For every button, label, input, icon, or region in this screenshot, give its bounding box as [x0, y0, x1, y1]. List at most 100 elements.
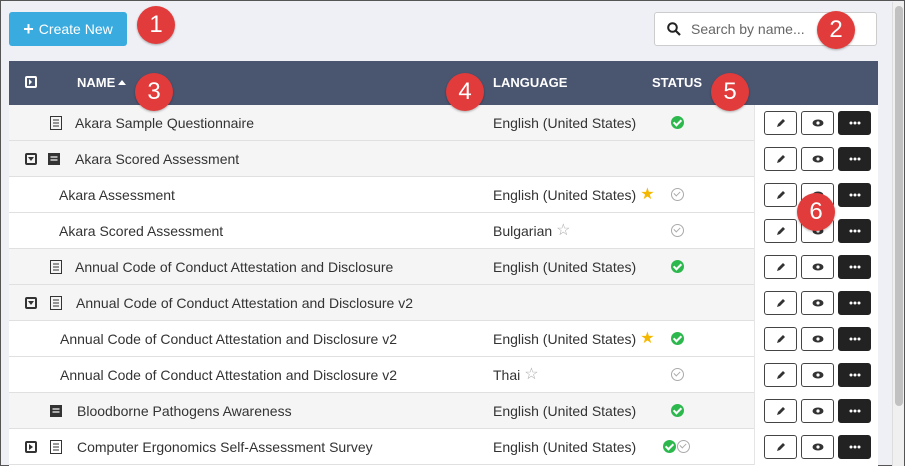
more-options-button[interactable]	[838, 255, 871, 279]
more-options-button[interactable]	[838, 219, 871, 243]
eye-icon	[812, 443, 823, 451]
row-status	[671, 332, 684, 345]
default-language-star-icon[interactable]: ★	[640, 331, 654, 347]
forms-table: NAME LANGUAGE STATUS Akara Sample Questi…	[9, 61, 878, 466]
app-frame: + Create New NAME LANGUAGE STATUS Akara …	[0, 0, 905, 466]
column-status-header[interactable]: STATUS	[652, 75, 702, 90]
scrollbar-thumb[interactable]	[895, 6, 903, 406]
unpublished-check-icon	[671, 368, 684, 381]
row-actions	[754, 393, 878, 429]
more-options-button[interactable]	[838, 435, 871, 459]
column-language-header[interactable]: LANGUAGE	[493, 75, 567, 90]
eye-icon	[812, 119, 823, 127]
edit-button[interactable]	[764, 111, 797, 135]
eye-icon	[812, 335, 823, 343]
row-actions	[754, 357, 878, 393]
edit-button[interactable]	[764, 399, 797, 423]
row-actions	[754, 285, 878, 321]
more-options-button[interactable]	[838, 111, 871, 135]
table-row[interactable]: Annual Code of Conduct Attestation and D…	[9, 321, 878, 357]
row-name: Computer Ergonomics Self-Assessment Surv…	[77, 439, 373, 455]
pencil-icon	[776, 407, 785, 415]
table-row[interactable]: Annual Code of Conduct Attestation and D…	[9, 249, 878, 285]
edit-button[interactable]	[764, 363, 797, 387]
table-row[interactable]: Bloodborne Pathogens Awareness English (…	[9, 393, 878, 429]
more-options-button[interactable]	[838, 399, 871, 423]
row-language: English (United States) ★	[493, 330, 655, 348]
more-options-button[interactable]	[838, 363, 871, 387]
create-new-button[interactable]: + Create New	[9, 12, 127, 46]
row-actions	[754, 141, 878, 177]
table-row[interactable]: Akara Sample Questionnaire English (Unit…	[9, 105, 878, 141]
default-language-star-icon[interactable]: ☆	[556, 223, 570, 239]
pencil-icon	[776, 119, 785, 127]
unpublished-check-icon	[677, 440, 690, 453]
preview-button[interactable]	[801, 327, 834, 351]
row-status	[663, 440, 690, 453]
row-status	[671, 260, 684, 273]
row-status	[671, 368, 684, 381]
row-language: English (United States)	[493, 403, 637, 419]
collapse-toggle-icon[interactable]	[25, 153, 37, 165]
edit-button[interactable]	[764, 327, 797, 351]
eye-icon	[812, 263, 823, 271]
row-actions	[754, 105, 878, 141]
callout-badge-4: 4	[446, 73, 484, 111]
vertical-scrollbar[interactable]	[892, 2, 904, 466]
default-language-star-icon[interactable]: ★	[640, 187, 654, 203]
edit-button[interactable]	[764, 435, 797, 459]
document-list-icon	[50, 260, 62, 274]
sort-ascending-icon	[118, 80, 127, 85]
pencil-icon	[776, 335, 785, 343]
more-options-button[interactable]	[838, 291, 871, 315]
edit-button[interactable]	[764, 147, 797, 171]
row-status	[671, 224, 684, 237]
table-row[interactable]: Akara Scored Assessment	[9, 141, 878, 177]
row-name: Annual Code of Conduct Attestation and D…	[60, 331, 397, 347]
preview-button[interactable]	[801, 147, 834, 171]
more-options-button[interactable]	[838, 327, 871, 351]
table-row[interactable]: Annual Code of Conduct Attestation and D…	[9, 285, 878, 321]
row-name: Annual Code of Conduct Attestation and D…	[75, 259, 394, 275]
default-language-star-icon[interactable]: ☆	[524, 367, 538, 383]
form-icon	[50, 405, 62, 417]
eye-icon	[812, 371, 823, 379]
collapse-toggle-icon[interactable]	[25, 297, 37, 309]
expand-toggle-icon[interactable]	[25, 441, 37, 453]
edit-button[interactable]	[764, 291, 797, 315]
callout-badge-6: 6	[797, 193, 835, 231]
pencil-icon	[776, 299, 785, 307]
row-name: Akara Sample Questionnaire	[75, 115, 254, 131]
table-row[interactable]: Akara Scored Assessment Bulgarian ☆	[9, 213, 878, 249]
search-icon	[667, 22, 681, 36]
eye-icon	[812, 299, 823, 307]
edit-button[interactable]	[764, 219, 797, 243]
unpublished-check-icon	[671, 188, 684, 201]
preview-button[interactable]	[801, 363, 834, 387]
row-language: English (United States)	[493, 115, 637, 131]
preview-button[interactable]	[801, 399, 834, 423]
table-row[interactable]: Annual Code of Conduct Attestation and D…	[9, 357, 878, 393]
preview-button[interactable]	[801, 255, 834, 279]
create-new-label: Create New	[38, 21, 113, 37]
edit-button[interactable]	[764, 255, 797, 279]
row-actions	[754, 429, 878, 465]
column-name-header[interactable]: NAME	[77, 75, 127, 90]
table-row[interactable]: Computer Ergonomics Self-Assessment Surv…	[9, 429, 878, 465]
expand-all-icon[interactable]	[25, 76, 37, 88]
preview-button[interactable]	[801, 435, 834, 459]
more-options-button[interactable]	[838, 183, 871, 207]
published-check-icon	[671, 404, 684, 417]
row-actions	[754, 321, 878, 357]
pencil-icon	[776, 227, 785, 235]
preview-button[interactable]	[801, 111, 834, 135]
preview-button[interactable]	[801, 291, 834, 315]
ellipsis-icon	[849, 337, 860, 341]
ellipsis-icon	[849, 157, 860, 161]
ellipsis-icon	[849, 373, 860, 377]
published-check-icon	[671, 332, 684, 345]
more-options-button[interactable]	[838, 147, 871, 171]
table-row[interactable]: Akara Assessment English (United States)…	[9, 177, 878, 213]
edit-button[interactable]	[764, 183, 797, 207]
row-name: Akara Assessment	[59, 187, 175, 203]
